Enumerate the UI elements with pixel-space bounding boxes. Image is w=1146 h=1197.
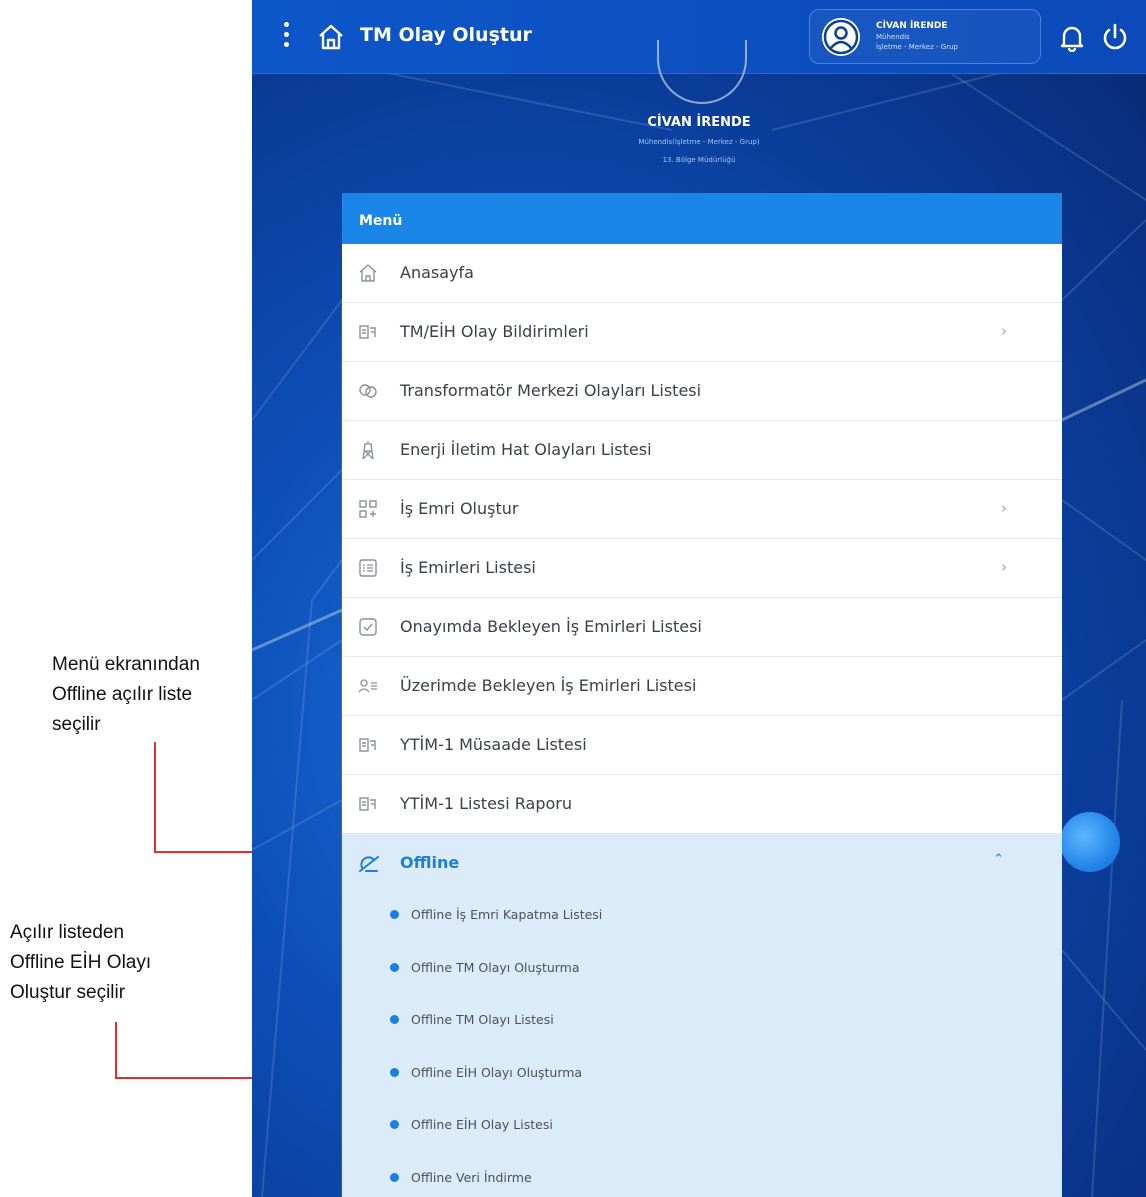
transformer-icon <box>359 384 377 398</box>
home-icon[interactable] <box>316 22 346 52</box>
submenu-item-label: Offline TM Olayı Listesi <box>411 1012 554 1027</box>
menu-item-label: Transformatör Merkezi Olayları Listesi <box>400 381 702 400</box>
list-icon <box>359 559 377 577</box>
report-icon <box>359 797 376 811</box>
grid-add-icon <box>359 500 377 518</box>
menu-item-onayimda-bekleyen[interactable]: Onayımda Bekleyen İş Emirleri Listesi <box>342 598 1062 657</box>
home-icon <box>359 264 377 282</box>
annotation-line: Oluştur seçilir <box>10 982 126 1003</box>
submenu-item-label: Offline EİH Olayı Oluşturma <box>411 1064 583 1080</box>
submenu-item-label: Offline Veri İndirme <box>411 1169 532 1185</box>
user-unit: İşletme - Merkez - Grup <box>876 43 958 51</box>
menu-item-ytim-musaade[interactable]: YTİM-1 Müsaade Listesi <box>342 716 1062 775</box>
bullet-icon <box>390 1015 399 1024</box>
submenu-item-tm-olayi-olusturma[interactable]: Offline TM Olayı Oluşturma <box>342 945 1062 998</box>
offline-icon <box>359 856 379 872</box>
user-profile-chip[interactable]: CİVAN İRENDE Mühendis İşletme - Merkez -… <box>809 9 1041 64</box>
report-icon <box>359 325 376 339</box>
menu-item-label: İş Emri Oluştur <box>400 499 519 518</box>
menu-item-tm-eih-olay-bildirimleri[interactable]: TM/EİH Olay Bildirimleri › <box>342 303 1062 362</box>
approval-icon <box>359 618 377 636</box>
menu-item-ytim-raporu[interactable]: YTİM-1 Listesi Raporu <box>342 775 1062 834</box>
menu-item-anasayfa[interactable]: Anasayfa <box>342 244 1062 303</box>
decorative-orb <box>1060 812 1120 872</box>
menu-item-offline[interactable]: Offline ⌃ <box>342 834 1062 892</box>
bullet-icon <box>390 1172 399 1182</box>
offline-submenu: Offline ⌃ Offline İş Emri Kapatma Listes… <box>342 834 1062 1197</box>
submenu-item-label: Offline EİH Olay Listesi <box>411 1117 553 1132</box>
bullet-icon <box>390 910 399 919</box>
menu-item-label: Offline <box>400 853 460 872</box>
submenu-item-eih-olayi-olusturma[interactable]: Offline EİH Olayı Oluşturma <box>342 1050 1062 1103</box>
annotation-connector <box>154 742 156 852</box>
menu-item-enerji-iletim-hat[interactable]: Enerji İletim Hat Olayları Listesi <box>342 421 1062 480</box>
menu-item-transformator-olaylari[interactable]: Transformatör Merkezi Olayları Listesi <box>342 362 1062 421</box>
bullet-icon <box>390 1120 399 1129</box>
bullet-icon <box>390 1067 399 1077</box>
menu-item-label: Üzerimde Bekleyen İş Emirleri Listesi <box>400 676 697 695</box>
app-screen: TM Olay Oluştur CİVAN İRENDE Mühendis İş… <box>252 0 1146 1197</box>
submenu-item-tm-olayi-listesi[interactable]: Offline TM Olayı Listesi <box>342 997 1062 1050</box>
profile-role: Mühendis(İşletme - Merkez - Grup) <box>638 138 760 146</box>
bell-icon[interactable] <box>1059 24 1085 52</box>
annotation-line: Offline EİH Olayı <box>10 952 152 973</box>
chevron-right-icon: › <box>1001 499 1007 517</box>
submenu-item-label: Offline TM Olayı Oluşturma <box>411 959 580 975</box>
menu-item-label: YTİM-1 Müsaade Listesi <box>400 735 587 754</box>
profile-department: 13. Bölge Müdürlüğü <box>662 156 736 164</box>
chevron-right-icon: › <box>1001 322 1007 340</box>
annotation-line: Açılır listeden <box>10 922 125 943</box>
bullet-icon <box>390 962 399 972</box>
menu-item-label: TM/EİH Olay Bildirimleri <box>400 322 589 341</box>
side-menu: Menü Anasayfa TM/EİH Olay Bildirimleri ›… <box>342 193 1062 1197</box>
power-icon[interactable] <box>1100 22 1130 52</box>
kebab-icon[interactable] <box>280 22 292 52</box>
submenu-item-label: Offline İş Emri Kapatma Listesi <box>411 907 603 922</box>
user-name: CİVAN İRENDE <box>876 21 948 31</box>
menu-item-label: İş Emirleri Listesi <box>400 558 536 577</box>
menu-item-label: YTİM-1 Listesi Raporu <box>400 794 573 813</box>
profile-name: CİVAN İRENDE <box>647 115 751 130</box>
user-list-icon <box>358 679 377 693</box>
page-title: TM Olay Oluştur <box>360 24 532 46</box>
annotation-connector <box>115 1022 117 1078</box>
chevron-right-icon: › <box>1001 558 1007 576</box>
submenu-item-eih-olay-listesi[interactable]: Offline EİH Olay Listesi <box>342 1102 1062 1155</box>
menu-item-is-emirleri-listesi[interactable]: İş Emirleri Listesi › <box>342 539 1062 598</box>
menu-item-label: Enerji İletim Hat Olayları Listesi <box>400 440 652 459</box>
avatar <box>822 18 860 56</box>
chevron-up-icon: ⌃ <box>993 852 1004 867</box>
menu-header: Menü <box>342 193 1062 244</box>
menu-item-label: Anasayfa <box>400 263 474 282</box>
user-role: Mühendis <box>876 33 910 41</box>
menu-item-uzerimde-bekleyen[interactable]: Üzerimde Bekleyen İş Emirleri Listesi <box>342 657 1062 716</box>
submenu-item-is-emri-kapatma[interactable]: Offline İş Emri Kapatma Listesi <box>342 892 1062 945</box>
menu-item-label: Onayımda Bekleyen İş Emirleri Listesi <box>400 617 702 636</box>
annotation-offline-eih: Açılır listeden Offline EİH Olayı Oluştu… <box>10 918 260 1008</box>
report-icon <box>359 738 376 752</box>
tower-icon <box>362 441 374 460</box>
submenu-item-veri-indirme[interactable]: Offline Veri İndirme <box>342 1155 1062 1197</box>
menu-item-is-emri-olustur[interactable]: İş Emri Oluştur › <box>342 480 1062 539</box>
